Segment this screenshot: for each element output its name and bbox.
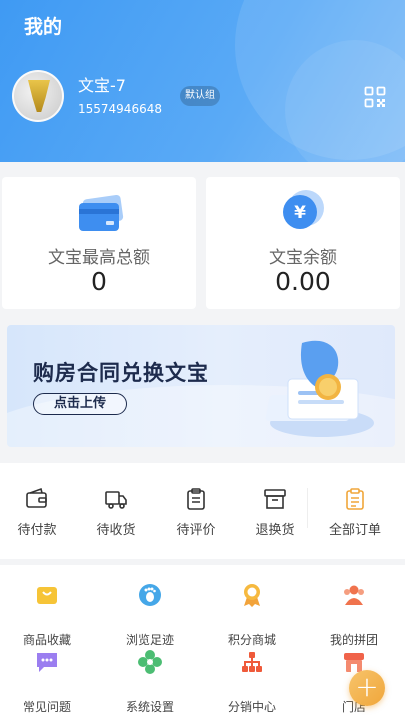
balance-value: 0.00 bbox=[275, 267, 331, 296]
order-label: 待付款 bbox=[17, 523, 57, 538]
group-badge: 默认组 bbox=[180, 86, 220, 106]
divider bbox=[307, 488, 308, 528]
max-total-card[interactable]: 文宝最高总额 0 bbox=[2, 177, 196, 309]
order-pending-payment[interactable]: 待付款 bbox=[0, 463, 77, 559]
banner-title: 购房合同兑换文宝 bbox=[33, 361, 209, 385]
service-label: 我的拼团 bbox=[329, 633, 378, 647]
phone-number: 15574946648 bbox=[78, 102, 162, 116]
service-settings[interactable]: 系统设置 bbox=[100, 650, 200, 714]
footprint-icon bbox=[139, 584, 161, 606]
credit-card-icon bbox=[79, 195, 124, 231]
service-faq[interactable]: 常见问题 bbox=[0, 650, 97, 714]
add-floating-button[interactable]: + bbox=[349, 670, 385, 706]
box-icon bbox=[264, 489, 286, 509]
page-title: 我的 bbox=[24, 16, 63, 38]
service-label: 浏览足迹 bbox=[125, 633, 174, 647]
settings-flower-icon bbox=[138, 650, 162, 674]
order-status-bar: 待付款 待收货 待评价 退换货 全部订单 bbox=[0, 463, 405, 559]
truck-icon bbox=[105, 491, 127, 509]
service-distribution[interactable]: 分销中心 bbox=[202, 650, 302, 714]
username: 文宝-7 bbox=[78, 76, 126, 95]
avatar[interactable] bbox=[12, 70, 64, 122]
favorites-bag-icon bbox=[37, 587, 57, 604]
service-label: 常见问题 bbox=[22, 700, 71, 714]
services-grid: 商品收藏 浏览足迹 积分商城 我的拼团 常见问题 系统设置 分销中心 门店 bbox=[0, 565, 405, 720]
max-total-value: 0 bbox=[91, 267, 107, 296]
service-label: 商品收藏 bbox=[22, 633, 71, 647]
order-pending-review[interactable]: 待评价 bbox=[156, 463, 236, 559]
distribution-icon bbox=[242, 652, 262, 672]
order-all[interactable]: 全部订单 bbox=[315, 463, 395, 559]
order-pending-receipt[interactable]: 待收货 bbox=[76, 463, 156, 559]
wallet-icon bbox=[26, 487, 47, 508]
service-favorites[interactable]: 商品收藏 bbox=[0, 583, 97, 647]
contract-exchange-banner[interactable]: 购房合同兑换文宝 点击上传 bbox=[7, 325, 395, 447]
profile-header: 我的 文宝-7 15574946648 默认组 bbox=[0, 0, 405, 162]
order-list-icon bbox=[346, 488, 364, 510]
yen-coin-icon: ¥ bbox=[283, 190, 324, 229]
document-coin-illustration bbox=[265, 340, 374, 437]
service-footprint[interactable]: 浏览足迹 bbox=[100, 583, 200, 647]
service-group-buy[interactable]: 我的拼团 bbox=[304, 583, 404, 647]
qr-code-icon[interactable] bbox=[364, 86, 386, 108]
medal-icon bbox=[244, 584, 260, 607]
balance-label: 文宝余额 bbox=[269, 248, 337, 268]
order-label: 待收货 bbox=[96, 523, 136, 538]
svg-text:¥: ¥ bbox=[294, 203, 306, 223]
order-label: 退换货 bbox=[255, 523, 295, 538]
service-label: 积分商城 bbox=[227, 633, 276, 647]
upload-button[interactable]: 点击上传 bbox=[33, 393, 127, 415]
clipboard-icon bbox=[187, 488, 205, 510]
order-label: 待评价 bbox=[176, 523, 216, 538]
trophy-icon bbox=[28, 80, 50, 112]
order-returns[interactable]: 退换货 bbox=[235, 463, 315, 559]
service-points-mall[interactable]: 积分商城 bbox=[202, 583, 302, 647]
chat-question-icon bbox=[37, 653, 57, 672]
service-label: 分销中心 bbox=[227, 700, 276, 714]
order-label: 全部订单 bbox=[328, 523, 381, 538]
service-label: 系统设置 bbox=[125, 700, 174, 714]
max-total-label: 文宝最高总额 bbox=[48, 248, 150, 268]
group-people-icon bbox=[344, 585, 364, 605]
